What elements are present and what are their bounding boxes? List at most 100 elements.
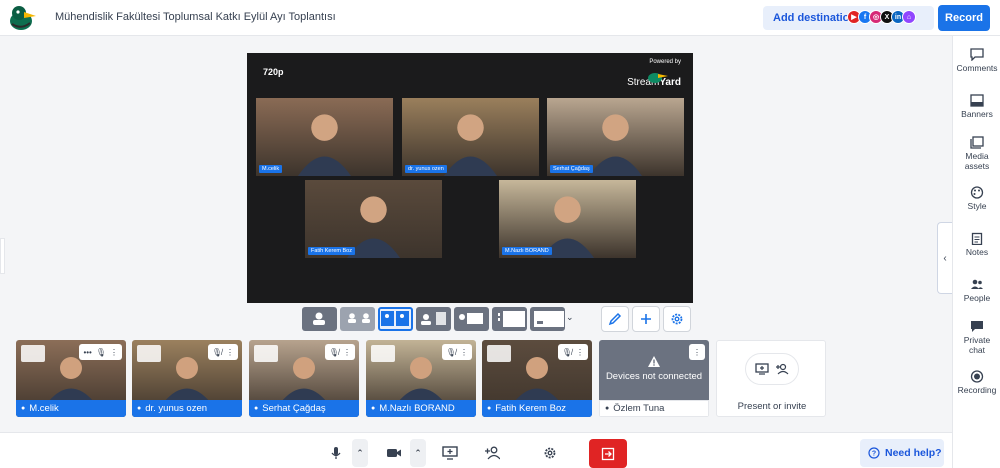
participant-options-button[interactable]: 🎙︎̸ ⋮ [324,344,355,360]
sidebar-item-recording[interactable]: Recording [953,370,1000,395]
microphone-icon: 🎙︎ [95,347,106,357]
streamyard-stage-logo [648,73,668,83]
edit-layout-button[interactable] [601,306,629,332]
stage-video[interactable]: M.celik [256,98,393,176]
sidebar-item-people[interactable]: People [953,278,1000,303]
camera-options-button[interactable]: ⌃ [410,439,426,467]
participant-tile[interactable]: 🎙︎̸ ⋮ ● Fatih Kerem Boz [482,340,592,417]
exit-icon [601,447,615,460]
speaking-dots-icon: ••• [83,347,92,357]
stage-video[interactable]: dr. yunus ozen [402,98,539,176]
person-icon: ● [605,405,610,412]
need-help-button[interactable]: ? Need help? [860,439,944,467]
record-button[interactable]: Record [938,5,990,31]
participant-options-button[interactable]: 🎙︎̸ ⋮ [441,344,472,360]
participant-name: Fatih Kerem Boz [495,403,566,414]
sidebar-item-notes[interactable]: Notes [953,232,1000,257]
stage-video-name: dr. yunus ozen [405,165,447,173]
sidebar-label-people: People [963,293,991,303]
sidebar-label-banners: Banners [961,109,993,119]
svg-text:?: ? [872,451,876,458]
chat-icon [971,321,983,332]
invite-icons [745,353,799,385]
gear-icon [544,447,556,459]
stage-video-name: M.Nazlı BORAND [502,247,552,255]
avatar-icon [487,345,511,362]
settings-button[interactable] [534,439,566,467]
stage-settings-button[interactable] [663,306,691,332]
microphone-options-button[interactable]: ⌃ [352,439,368,467]
participant-options-button[interactable]: ••• 🎙︎ ⋮ [79,344,122,360]
sidebar-label-style: Style [967,201,987,211]
sidebar-item-private-chat[interactable]: Private chat [953,320,1000,355]
person-icon: ● [487,405,492,412]
stage-video[interactable]: Fatih Kerem Boz [305,180,442,258]
sidebar-item-comments[interactable]: Comments [953,48,1000,73]
chevron-left-icon: ‹ [943,252,947,264]
sidebar-label-private-chat: Private chat [963,335,991,355]
collapse-sidebar-button[interactable]: ‹ [937,222,952,294]
invite-guest-button[interactable] [476,439,508,467]
layout-more-chevron[interactable]: ⌄ [566,312,574,323]
person-icon: ● [254,405,259,412]
present-or-invite-tile[interactable]: Present or invite [716,340,826,417]
participant-name-bar: ● Özlem Tuna [599,400,709,417]
palette-icon [970,186,984,199]
resolution-label: 720p [263,67,284,77]
participant-name-bar: ● M.celik [16,400,126,417]
participant-options-button[interactable]: 🎙︎̸ ⋮ [207,344,238,360]
participant-options-button[interactable]: 🎙︎̸ ⋮ [557,344,588,360]
camera-button[interactable] [378,439,410,467]
participant-name: dr. yunus ozen [145,403,208,414]
participant-options-button[interactable]: ⋮ [689,344,705,360]
stage-video[interactable]: M.Nazlı BORAND [499,180,636,258]
avatar-icon [21,345,45,362]
participant-tile[interactable]: 🎙︎̸ ⋮ ● M.Nazlı BORAND [366,340,476,417]
microphone-icon [331,447,341,459]
camera-icon [387,449,401,457]
left-panel-handle[interactable] [0,238,5,274]
layout-glyphs [313,311,564,327]
mic-muted-icon: 🎙︎̸ [211,347,222,357]
more-options-icon: ⋮ [110,347,118,357]
participant-tile[interactable]: 🎙︎̸ ⋮ ● dr. yunus ozen [132,340,242,417]
sidebar-item-style[interactable]: Style [953,186,1000,211]
stage-video[interactable]: Serhat Çağdaş [547,98,684,176]
participant-not-connected[interactable]: ⋮ Devices not connected ● Özlem Tuna [599,340,709,417]
more-options-icon: ⋮ [576,347,584,357]
sidebar-label-recording: Recording [957,385,997,395]
add-person-icon [776,363,789,375]
help-icon: ? [868,447,880,459]
sidebar-label-media: Media assets [964,151,990,171]
share-screen-button[interactable] [434,439,466,467]
leave-studio-button[interactable] [589,439,627,468]
people-icon [971,279,983,289]
devices-status: Devices not connected [605,371,703,382]
person-icon: ● [371,405,376,412]
more-options-icon: ⋮ [343,347,351,357]
top-bar: Mühendislik Fakültesi Toplumsal Katkı Ey… [0,0,1000,36]
notes-icon [971,232,983,245]
streamyard-logo [10,6,36,30]
avatar-icon [137,345,161,362]
pencil-icon [608,312,622,326]
add-destination-label: Add destination [773,12,857,24]
add-destination-button[interactable]: Add destination ▶ f ◎ Xin ⌂ [763,6,934,30]
sidebar-item-media-assets[interactable]: Media assets [953,136,1000,171]
sidebar-item-banners[interactable]: Banners [953,94,1000,119]
add-person-icon [485,446,500,460]
banner-icon [970,94,984,107]
participant-name-bar: ● Serhat Çağdaş [249,400,359,417]
microphone-button[interactable] [320,439,352,467]
participant-tile[interactable]: ••• 🎙︎ ⋮ ● M.celik [16,340,126,417]
sidebar-label-comments: Comments [956,63,998,73]
participant-name-bar: ● Fatih Kerem Boz [482,400,592,417]
participant-tile[interactable]: 🎙︎̸ ⋮ ● Serhat Çağdaş [249,340,359,417]
chevron-up-icon: ⌃ [356,447,364,458]
add-layout-button[interactable] [632,306,660,332]
screen-share-icon [442,446,458,460]
right-sidebar: Comments Banners Media assets Style Note… [952,36,1000,468]
avatar-icon [254,345,278,362]
chevron-up-icon: ⌃ [414,447,422,458]
stage-video-name: Serhat Çağdaş [550,165,593,173]
